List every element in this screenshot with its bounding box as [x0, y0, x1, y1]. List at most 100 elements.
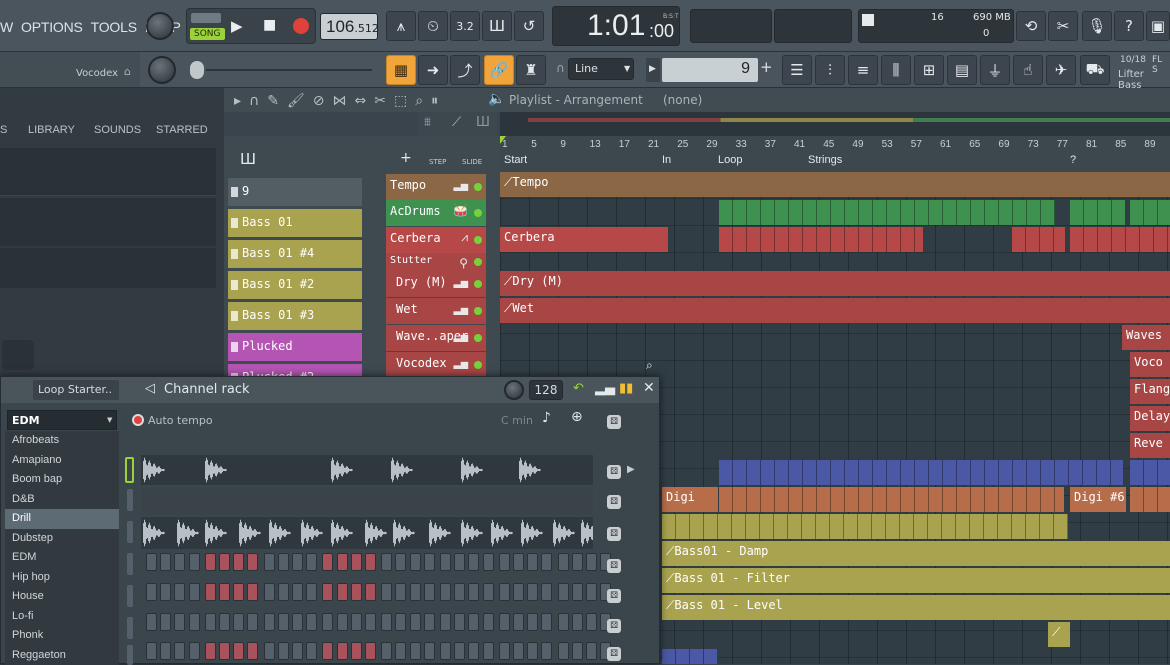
playlist-icon[interactable]: ☰	[782, 55, 812, 85]
genre-item[interactable]: Boom bap	[5, 470, 119, 490]
clip-digi[interactable]	[1130, 487, 1170, 512]
genre-item[interactable]: Phonk	[5, 626, 119, 646]
step-button[interactable]	[454, 642, 465, 660]
clip-bass[interactable]	[662, 514, 1068, 539]
step-button[interactable]	[264, 553, 275, 571]
step-button[interactable]	[468, 583, 479, 601]
step-button[interactable]	[146, 583, 157, 601]
step-button[interactable]	[381, 583, 392, 601]
step-button[interactable]	[527, 553, 538, 571]
step-button[interactable]	[541, 553, 552, 571]
step-button[interactable]	[322, 583, 333, 601]
step-button[interactable]	[351, 583, 362, 601]
dice-icon[interactable]: ⚄	[607, 619, 621, 633]
keyboard-icon[interactable]: Ш	[240, 150, 256, 168]
track-icon[interactable]: ▂▄	[454, 274, 468, 288]
auto-tempo-toggle[interactable]	[132, 414, 144, 426]
countdown-icon[interactable]: 3.2	[450, 11, 480, 41]
step-button[interactable]	[322, 642, 333, 660]
step-button[interactable]	[247, 613, 258, 631]
track-header[interactable]: Wet▂▄	[386, 298, 486, 324]
step-button[interactable]	[541, 583, 552, 601]
tab-starred[interactable]: STARRED	[156, 124, 208, 136]
step-button[interactable]	[264, 583, 275, 601]
clip-tempo[interactable]: ⟋Tempo	[500, 172, 1170, 197]
step-button[interactable]	[586, 553, 597, 571]
browser-tree-icon[interactable]: ⊞	[914, 55, 944, 85]
track-enable-led[interactable]	[474, 258, 482, 266]
step-button[interactable]	[572, 583, 583, 601]
genre-item[interactable]: Drill	[5, 509, 119, 529]
song-mode-badge[interactable]: SONG	[190, 28, 225, 40]
clip-cerbera[interactable]: Cerbera	[500, 227, 668, 252]
step-button[interactable]	[381, 613, 392, 631]
step-button[interactable]	[468, 613, 479, 631]
plugin-database-icon[interactable]: ⏚	[980, 55, 1010, 85]
clip-acdrums[interactable]	[1130, 200, 1170, 225]
timeline-marker[interactable]: Loop	[718, 154, 742, 166]
zoom-icon[interactable]: ⌕	[415, 93, 423, 109]
timeline-marker[interactable]: Start	[504, 154, 527, 166]
step-button[interactable]	[292, 553, 303, 571]
track-icon[interactable]: ⩘	[461, 230, 468, 245]
pattern-item[interactable]: Bass 01 #4	[228, 240, 362, 268]
dice-icon[interactable]: ⚄	[607, 559, 621, 573]
step-button[interactable]	[306, 553, 317, 571]
step-button[interactable]	[527, 613, 538, 631]
clip-digi6[interactable]: Digi #6	[1070, 487, 1126, 512]
step-button[interactable]	[454, 553, 465, 571]
glide-icon[interactable]: ⤴	[450, 55, 480, 85]
genre-item[interactable]: Hip hop	[5, 568, 119, 588]
channel-selector[interactable]	[127, 521, 133, 543]
step-button[interactable]	[233, 583, 244, 601]
track-enable-led[interactable]	[474, 209, 482, 217]
delete-icon[interactable]: ⊘	[313, 93, 325, 109]
step-button[interactable]	[572, 642, 583, 660]
play-icon[interactable]: ▶	[627, 464, 635, 475]
shop-icon[interactable]: ⛟	[1080, 55, 1110, 85]
step-button[interactable]	[219, 642, 230, 660]
track-header[interactable]: Cerbera⩘	[386, 227, 486, 253]
pattern-item[interactable]: Bass 01 #2	[228, 271, 362, 299]
clip-automation[interactable]: ⟋	[1048, 622, 1070, 647]
channel-selector[interactable]	[127, 489, 133, 511]
scissors-icon[interactable]: ✂	[1048, 11, 1078, 41]
step-button[interactable]	[205, 613, 216, 631]
step-button[interactable]	[160, 583, 171, 601]
browser-item[interactable]	[0, 198, 216, 246]
swing-value[interactable]: 128	[529, 380, 563, 400]
step-button[interactable]	[365, 613, 376, 631]
microphone-icon[interactable]: 🎙	[1082, 11, 1112, 41]
step-edit-icon[interactable]: Ш	[482, 11, 512, 41]
step-button[interactable]	[189, 613, 200, 631]
step-button[interactable]	[558, 613, 569, 631]
clip-voco[interactable]: Voco	[1130, 352, 1170, 377]
step-button[interactable]	[351, 642, 362, 660]
step-button[interactable]	[395, 553, 406, 571]
clip-dry[interactable]: ⟋Dry (M)	[500, 271, 1170, 296]
step-button[interactable]	[468, 642, 479, 660]
clip-waves[interactable]: Waves	[1122, 325, 1170, 350]
tab-sounds[interactable]: SOUNDS	[94, 124, 141, 136]
step-button[interactable]	[146, 553, 157, 571]
step-value-field[interactable]: 9	[662, 58, 758, 82]
track-enable-led[interactable]	[474, 307, 482, 315]
step-button[interactable]	[381, 642, 392, 660]
master-pitch-knob[interactable]	[148, 56, 176, 84]
track-enable-led[interactable]	[474, 280, 482, 288]
step-button[interactable]	[513, 583, 524, 601]
step-button[interactable]	[541, 642, 552, 660]
step-button[interactable]	[558, 642, 569, 660]
step-button[interactable]	[410, 553, 421, 571]
dice-icon[interactable]: ⚄	[607, 495, 621, 509]
window-icon[interactable]: ▣	[1146, 11, 1170, 41]
track-icon[interactable]: ▂▄	[454, 301, 468, 315]
step-button[interactable]	[160, 553, 171, 571]
genre-item[interactable]: Amapiano	[5, 451, 119, 471]
track-icon[interactable]: 🥁	[453, 203, 468, 217]
step-button[interactable]	[146, 642, 157, 660]
step-button[interactable]	[247, 642, 258, 660]
channel-selector[interactable]	[127, 645, 133, 665]
playlist-pattern[interactable]: (none)	[663, 93, 702, 107]
project-picker-icon[interactable]: ▤	[947, 55, 977, 85]
